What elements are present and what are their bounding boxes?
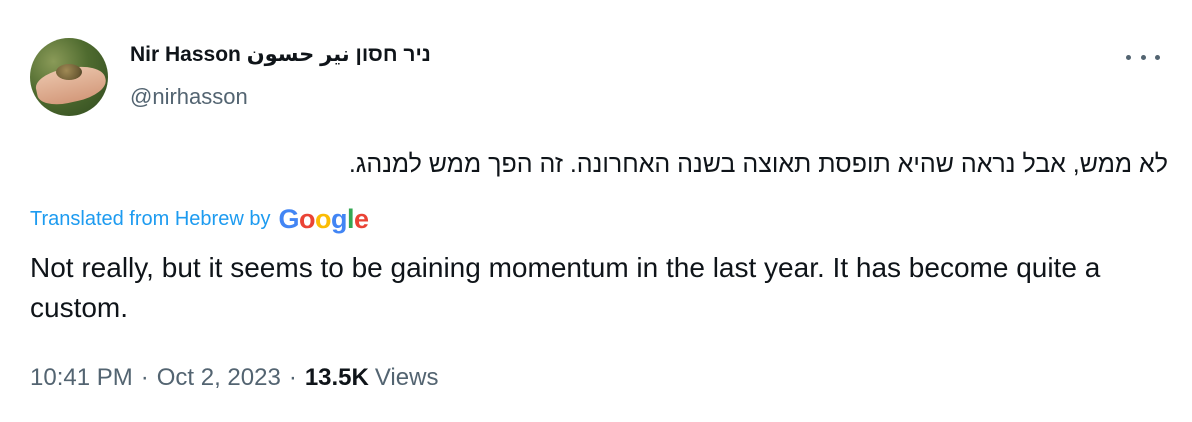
- translation-attribution[interactable]: Translated from Hebrew by G o o g l e: [30, 204, 369, 235]
- google-letter: o: [298, 204, 316, 234]
- views-label: Views: [374, 364, 439, 391]
- tweet-original-text: לא ממש, אבל נראה שהיא תופסת תאוצה בשנה ה…: [348, 150, 1168, 178]
- google-letter: o: [314, 204, 332, 234]
- author-handle[interactable]: @nirhasson: [130, 84, 248, 110]
- tweet-translation-text: Not really, but it seems to be gaining m…: [30, 252, 1101, 323]
- tweet-date[interactable]: Oct 2, 2023: [157, 364, 281, 392]
- separator: ·: [140, 364, 149, 391]
- google-logo: G o o g l e: [278, 204, 369, 235]
- more-horizontal-icon[interactable]: [1126, 46, 1160, 68]
- google-letter: g: [330, 204, 348, 234]
- avatar[interactable]: [30, 38, 108, 116]
- more-dot: [1140, 54, 1146, 60]
- tweet-time[interactable]: 10:41 PM: [30, 364, 133, 392]
- google-letter: l: [346, 204, 355, 234]
- translated-from-label[interactable]: Translated from Hebrew by: [30, 208, 270, 231]
- more-dot: [1155, 54, 1160, 60]
- more-dot: [1126, 54, 1131, 60]
- tweet-meta: 10:41 PM · Oct 2, 2023 · 13.5K Views: [30, 364, 438, 392]
- avatar-creature: [56, 64, 82, 80]
- separator: ·: [288, 364, 297, 391]
- display-name[interactable]: Nir Hasson ניר חסון نير حسون: [130, 42, 431, 67]
- views-count[interactable]: 13.5K: [305, 364, 369, 392]
- author-name[interactable]: Nir Hasson ניר חסון نير حسون: [130, 42, 431, 67]
- google-letter: G: [278, 204, 299, 234]
- google-letter: e: [354, 204, 369, 234]
